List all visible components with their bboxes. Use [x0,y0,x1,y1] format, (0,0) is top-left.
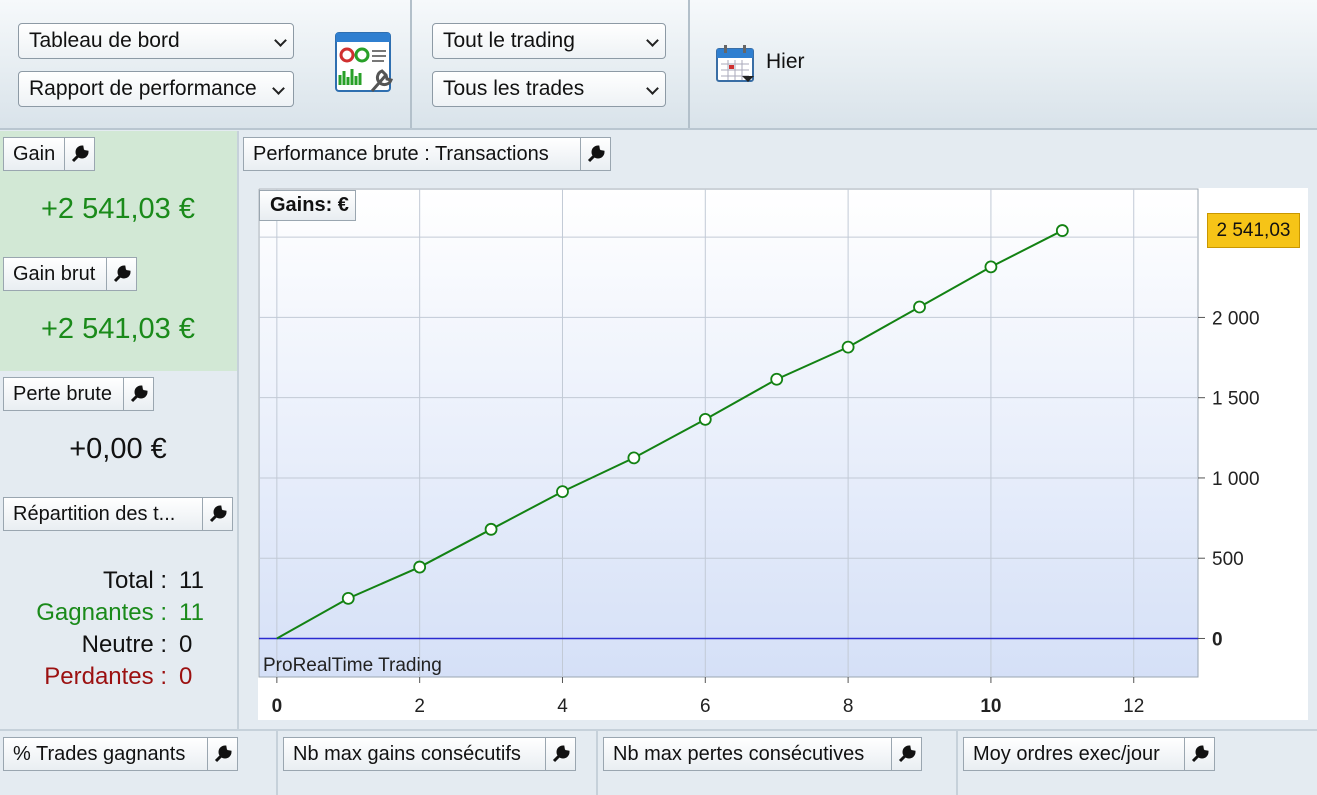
avg-orders-widget-label: Moy ordres exec/jour [963,737,1185,771]
distribution-row-key: Total : [102,567,167,594]
toolbar-separator [410,0,412,128]
wrench-icon [209,505,227,523]
distribution-row-value: 11 [179,567,204,594]
distribution-row-value: 0 [179,631,193,658]
distribution-settings-button[interactable] [202,497,233,531]
distribution-row: Perdantes : 0 [0,663,237,693]
wrench-icon [130,385,148,403]
report-settings-icon[interactable] [334,31,396,95]
distribution-row: Neutre : 0 [0,631,237,661]
chart-title-label: Performance brute : Transactions [243,137,581,171]
distribution-row-value: 0 [179,663,193,690]
report-select[interactable]: Rapport de performance [18,71,294,107]
trades-filter-select[interactable]: Tous les trades [432,71,666,107]
max-consec-losses-widget-label: Nb max pertes consécutives [603,737,892,771]
gross-gain-settings-button[interactable] [106,257,137,291]
distribution-row-key: Perdantes : [44,663,167,690]
calendar-icon[interactable] [715,44,757,84]
gross-gain-widget-label: Gain brut [3,257,107,291]
distribution-row: Total : 11 [0,567,237,597]
trades-filter-value: Tous les trades [443,77,585,100]
wrench-icon [552,745,570,763]
performance-report-window: Tableau de bord Rapport de performance T… [0,0,1317,795]
win-pct-settings-button[interactable] [207,737,238,771]
gross-gain-value: +2 541,03 € [40,313,195,345]
gross-loss-value: +0,00 € [69,433,167,465]
bottom-divider [596,731,598,795]
chevron-down-icon [646,82,659,95]
chart-settings-button[interactable] [580,137,611,171]
bottom-divider [276,731,278,795]
chevron-down-icon [272,82,285,95]
wrench-icon [898,745,916,763]
avg-orders-settings-button[interactable] [1184,737,1215,771]
distribution-row-key: Neutre : [81,631,167,658]
gains-unit-badge: Gains: € [259,190,356,221]
last-value-tag: 2 541,03 [1207,213,1300,248]
gain-widget-label: Gain [3,137,65,171]
chevron-down-icon [646,34,659,47]
max-consec-losses-settings-button[interactable] [891,737,922,771]
gain-settings-button[interactable] [64,137,95,171]
trading-scope-value: Tout le trading [443,29,575,52]
wrench-icon [1191,745,1209,763]
win-pct-widget-label: % Trades gagnants [3,737,209,771]
dashboard-select-value: Tableau de bord [29,29,180,52]
gross-loss-settings-button[interactable] [123,377,154,411]
max-consec-gains-settings-button[interactable] [545,737,576,771]
distribution-widget-label: Répartition des t... [3,497,203,531]
gain-value: +2 541,03 € [40,193,195,225]
chart-panel [240,130,1317,730]
gross-loss-widget-label: Perte brute [3,377,124,411]
wrench-icon [71,145,89,163]
trading-scope-select[interactable]: Tout le trading [432,23,666,59]
dashboard-select[interactable]: Tableau de bord [18,23,294,59]
toolbar-separator [688,0,690,128]
wrench-icon [587,145,605,163]
chevron-down-icon [274,34,287,47]
max-consec-gains-widget-label: Nb max gains consécutifs [283,737,546,771]
report-select-value: Rapport de performance [29,77,257,100]
left-column-divider [237,131,239,729]
watermark: ProRealTime Trading [263,655,442,676]
wrench-icon [214,745,232,763]
distribution-row-key: Gagnantes : [36,599,167,626]
date-range-label[interactable]: Hier [766,50,805,74]
bottom-divider [956,731,958,795]
wrench-icon [113,265,131,283]
distribution-row: Gagnantes : 11 [0,599,237,629]
toolbar: Tableau de bord Rapport de performance T… [0,0,1317,130]
distribution-row-value: 11 [179,599,204,626]
